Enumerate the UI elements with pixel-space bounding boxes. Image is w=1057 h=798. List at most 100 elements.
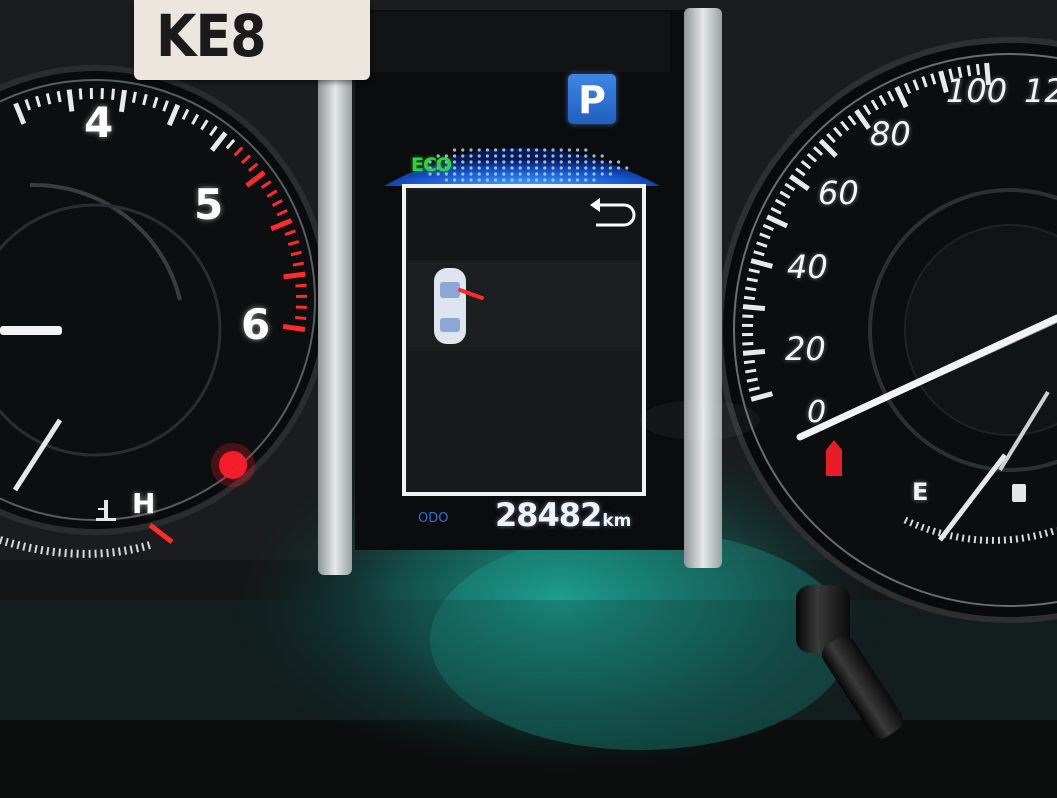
led-dot [543, 178, 547, 182]
gauge-tick [292, 261, 305, 267]
led-dot [584, 154, 588, 158]
led-dot [559, 172, 563, 176]
led-dot [551, 172, 555, 176]
gauge-tick [131, 91, 137, 103]
speed-label-120: 12 [1024, 72, 1057, 110]
led-dot [510, 154, 514, 158]
led-dot [617, 160, 621, 164]
led-dot [526, 160, 531, 164]
led-dot [567, 148, 572, 152]
led-dot [543, 160, 547, 164]
led-dot [494, 154, 498, 158]
led-dot [625, 166, 629, 170]
led-dot [518, 166, 522, 170]
center-display [355, 10, 685, 550]
led-dot [477, 154, 481, 158]
temp-high-label: H [132, 487, 156, 520]
led-dot [551, 154, 555, 158]
led-dot [526, 172, 531, 176]
led-dot [543, 154, 547, 158]
led-dot [461, 154, 465, 158]
speed-label-0: 0 [807, 395, 827, 430]
led-dot [485, 148, 489, 152]
led-dot [576, 154, 580, 158]
led-dot [502, 172, 506, 176]
led-dot [551, 166, 555, 170]
gauge-tick [742, 341, 754, 346]
led-dot [608, 160, 613, 164]
led-dot [559, 160, 563, 164]
led-dot [551, 148, 555, 152]
led-dot [510, 172, 514, 176]
gauge-tick [66, 89, 75, 112]
odometer-reading: 28482km [495, 496, 631, 534]
led-dot [461, 160, 465, 164]
gauge-tick [746, 377, 759, 383]
led-dot [551, 178, 555, 182]
led-dot [600, 154, 604, 158]
speed-label-60: 60 [818, 174, 859, 212]
speed-label-40: 40 [787, 248, 828, 286]
led-dot [535, 154, 539, 158]
led-dot [576, 178, 580, 182]
led-dot [592, 166, 596, 170]
led-dot [592, 160, 596, 164]
led-dot [576, 166, 580, 170]
gauge-tick [56, 90, 62, 103]
led-dot [494, 148, 498, 152]
led-dot [543, 148, 547, 152]
led-dot [469, 166, 473, 170]
led-dot [551, 160, 555, 164]
led-dot [453, 160, 457, 164]
led-dot [477, 178, 481, 182]
led-dot [453, 154, 457, 158]
led-dot [453, 148, 457, 152]
led-dot [461, 178, 465, 182]
led-dot [477, 148, 481, 152]
gauge-tick [118, 89, 127, 113]
gauge-tick [295, 283, 307, 288]
led-dot [469, 172, 473, 176]
led-dot [535, 178, 539, 182]
led-dot [608, 172, 613, 176]
led-dot [576, 172, 580, 176]
led-dot [444, 178, 448, 182]
gauge-tick [742, 348, 766, 356]
led-dot [592, 172, 596, 176]
led-dot [518, 154, 522, 158]
led-dot [567, 172, 572, 176]
led-dot [494, 166, 498, 170]
led-dot [559, 148, 563, 152]
led-dot [535, 166, 539, 170]
led-dot [453, 172, 457, 176]
led-dot [600, 172, 604, 176]
led-dot [526, 154, 531, 158]
led-dot [518, 148, 522, 152]
eco-mode-indicator: ECO [411, 154, 452, 176]
led-dot [526, 166, 531, 170]
led-dot [518, 172, 522, 176]
led-dot [617, 166, 621, 170]
gauge-tick [743, 359, 756, 365]
tach-label-6: 6 [241, 300, 271, 349]
led-dot [518, 160, 522, 164]
odometer-unit: km [602, 511, 632, 531]
tach-label-4: 4 [84, 98, 114, 147]
led-dot [535, 172, 539, 176]
led-dot [559, 178, 563, 182]
led-dot [485, 166, 489, 170]
led-dot [502, 166, 506, 170]
led-dot [461, 172, 465, 176]
led-dot [584, 172, 588, 176]
led-dot [502, 178, 506, 182]
gauge-tick [743, 295, 756, 301]
tag-label: KE8 [134, 0, 370, 80]
led-dot [535, 148, 539, 152]
gauge-tick [282, 323, 306, 332]
led-dot [510, 148, 514, 152]
led-dot [502, 148, 506, 152]
led-dot [584, 166, 588, 170]
led-dot [494, 172, 498, 176]
led-dot [518, 178, 522, 182]
led-dot [485, 160, 489, 164]
